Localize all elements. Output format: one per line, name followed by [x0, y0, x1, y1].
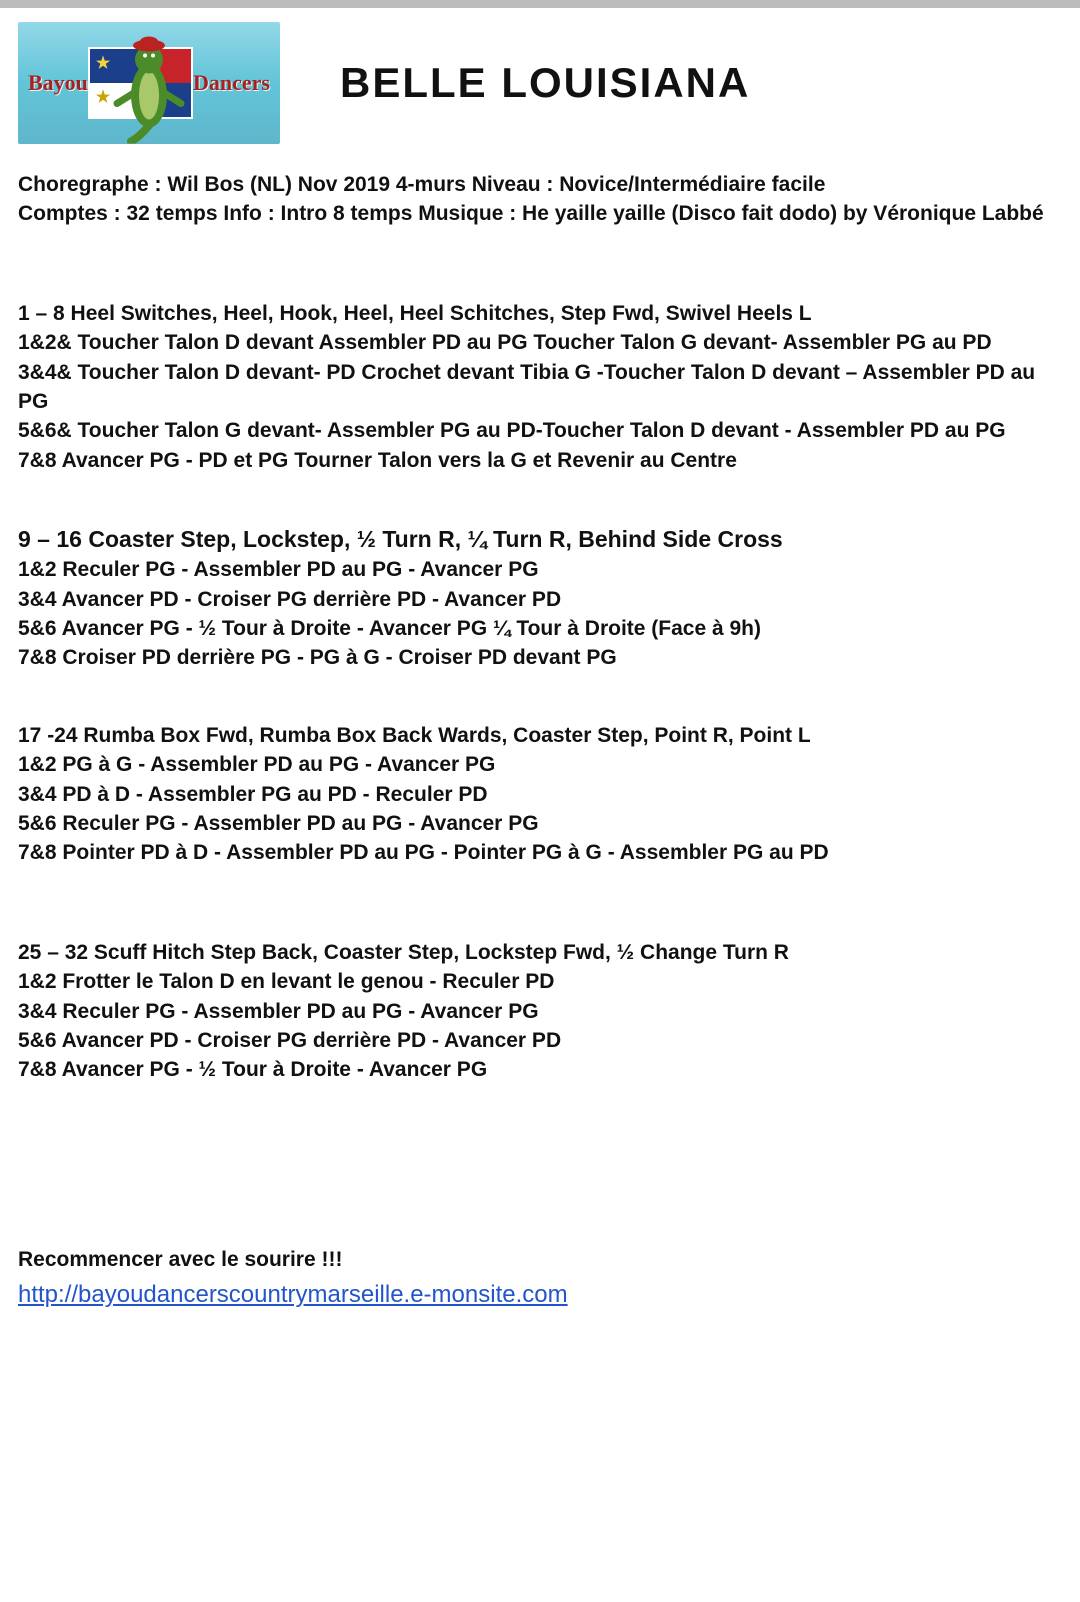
dance-title: BELLE LOUISIANA — [340, 54, 750, 113]
step-line: 5&6 Avancer PG - ½ Tour à Droite - Avanc… — [18, 614, 1062, 643]
page: Bayou ★ ⚜ ★ ⚜ — [0, 0, 1080, 1602]
step-line: 1&2 PG à G - Assembler PD au PG - Avance… — [18, 750, 1062, 779]
step-line: 5&6 Reculer PG - Assembler PD au PG - Av… — [18, 809, 1062, 838]
step-line: 3&4 PD à D - Assembler PG au PD - Recule… — [18, 780, 1062, 809]
website-link[interactable]: http://bayoudancerscountrymarseille.e-mo… — [18, 1281, 568, 1308]
section-head: 17 -24 Rumba Box Fwd, Rumba Box Back War… — [18, 721, 1062, 750]
step-line: 7&8 Pointer PD à D - Assembler PD au PG … — [18, 838, 1062, 867]
step-line: 5&6 Avancer PD - Croiser PG derrière PD … — [18, 1026, 1062, 1055]
header: Bayou ★ ⚜ ★ ⚜ — [18, 22, 1062, 144]
step-line: 3&4& Toucher Talon D devant- PD Crochet … — [18, 358, 1062, 417]
step-line: 7&8 Avancer PG - ½ Tour à Droite - Avanc… — [18, 1055, 1062, 1084]
logo-text-right: Dancers — [193, 68, 270, 99]
meta-line: Choregraphe : Wil Bos (NL) Nov 2019 4-mu… — [18, 170, 1062, 199]
section-head: 9 – 16 Coaster Step, Lockstep, ½ Turn R,… — [18, 523, 1062, 555]
section-head: 25 – 32 Scuff Hitch Step Back, Coaster S… — [18, 938, 1062, 967]
dance-meta: Choregraphe : Wil Bos (NL) Nov 2019 4-mu… — [18, 170, 1062, 229]
section-head: 1 – 8 Heel Switches, Heel, Hook, Heel, H… — [18, 299, 1062, 328]
logo-text-left: Bayou — [28, 68, 88, 99]
bayou-dancers-logo: Bayou ★ ⚜ ★ ⚜ — [18, 22, 280, 144]
acadian-flag-icon: ★ ⚜ ★ ⚜ — [88, 47, 193, 119]
step-line: 7&8 Croiser PD derrière PG - PG à G - Cr… — [18, 643, 1062, 672]
step-line: 7&8 Avancer PG - PD et PG Tourner Talon … — [18, 446, 1062, 475]
step-line: 5&6& Toucher Talon G devant- Assembler P… — [18, 416, 1062, 445]
step-line: 1&2 Frotter le Talon D en levant le geno… — [18, 967, 1062, 996]
step-line: 1&2 Reculer PG - Assembler PD au PG - Av… — [18, 555, 1062, 584]
step-line: 3&4 Reculer PG - Assembler PD au PG - Av… — [18, 997, 1062, 1026]
footer-note: Recommencer avec le sourire !!! — [18, 1245, 1062, 1274]
meta-line: Comptes : 32 temps Info : Intro 8 temps … — [18, 199, 1062, 228]
step-line: 3&4 Avancer PD - Croiser PG derrière PD … — [18, 585, 1062, 614]
step-line: 1&2& Toucher Talon D devant Assembler PD… — [18, 328, 1062, 357]
